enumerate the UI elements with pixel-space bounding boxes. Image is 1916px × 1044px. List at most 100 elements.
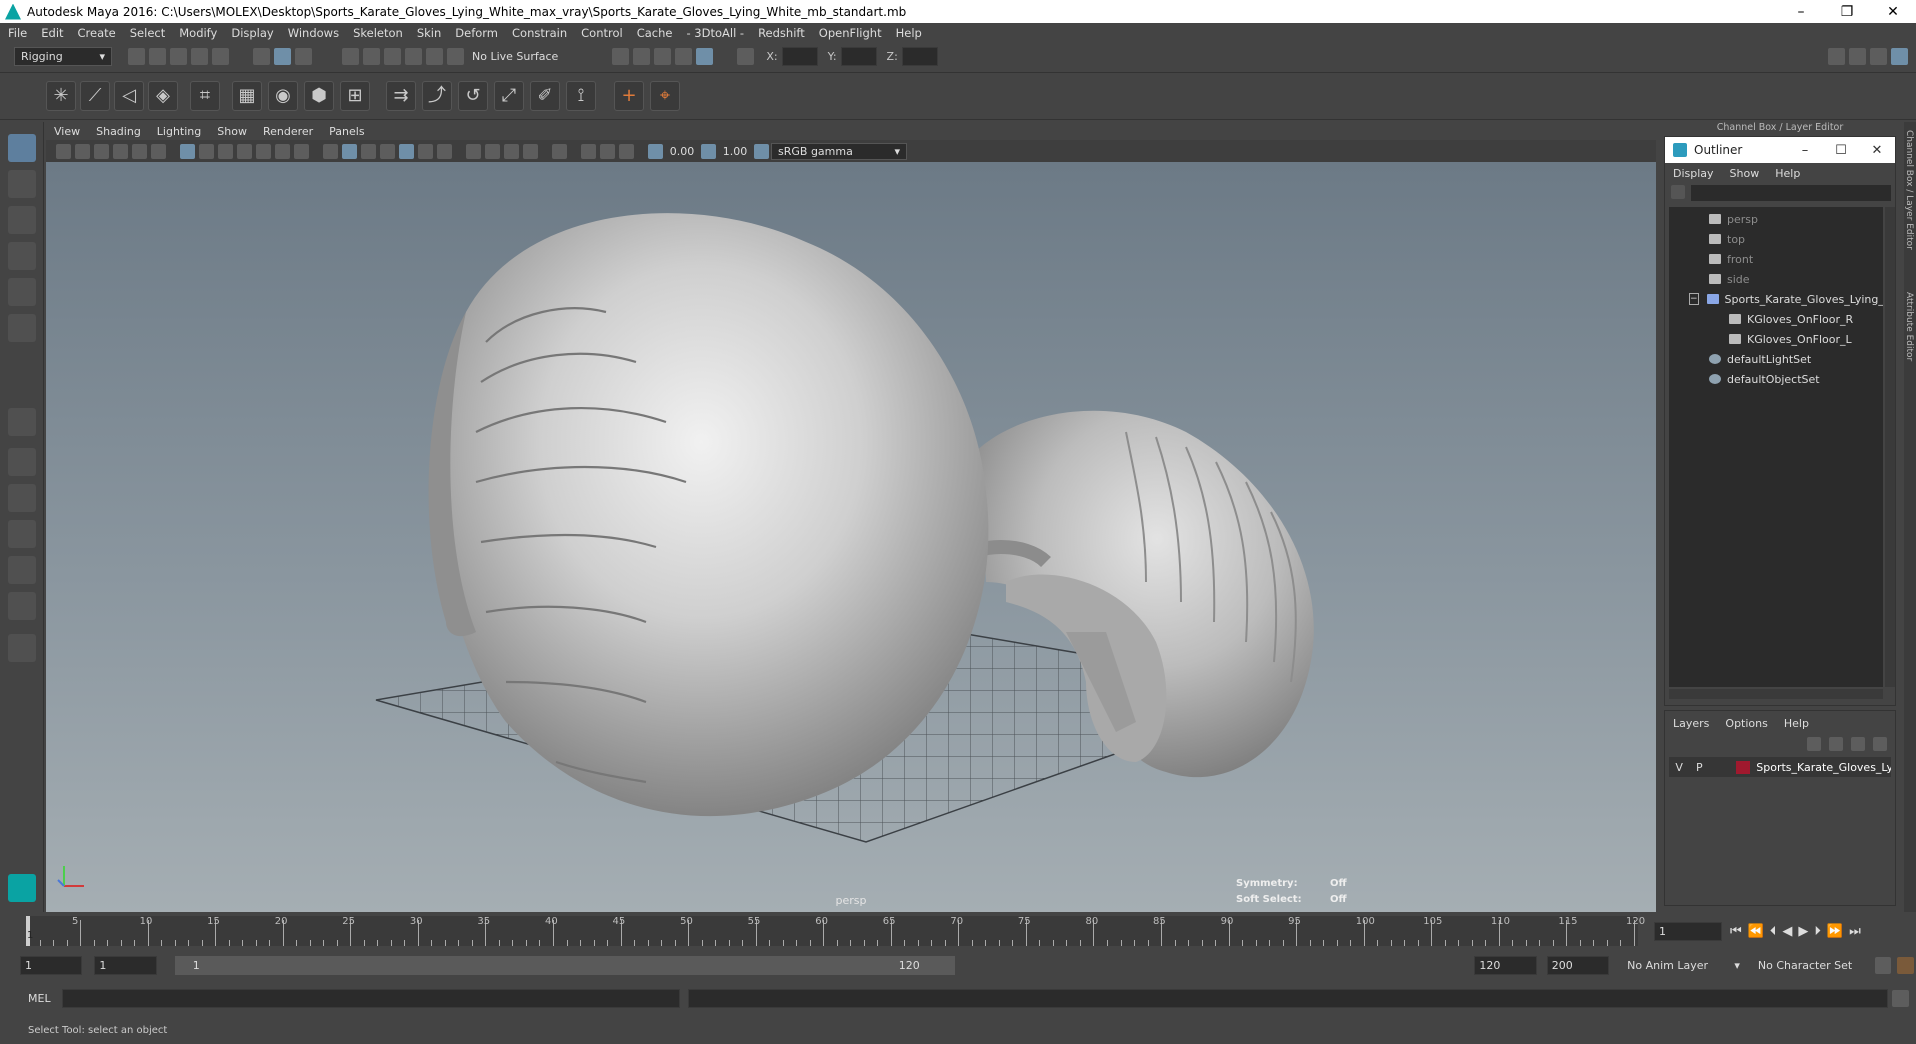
range-slider[interactable]: 1 120 (174, 955, 955, 975)
gamma-value[interactable]: 1.00 (718, 145, 752, 158)
menu-control[interactable]: Control (581, 26, 623, 40)
glove-left-mesh[interactable] (428, 213, 989, 817)
wrap-deformer-icon[interactable]: ⬢ (304, 81, 334, 111)
outliner-item-default-light-set[interactable]: defaultLightSet (1669, 349, 1883, 369)
outliner-item-gloves-group[interactable]: − Sports_Karate_Gloves_Lying_ (1669, 289, 1883, 309)
select-object-icon[interactable] (274, 48, 291, 65)
range-slider-handle[interactable] (174, 955, 955, 975)
outliner-item-top[interactable]: top (1669, 229, 1883, 249)
play-backward-icon[interactable]: ◀ (1782, 924, 1792, 939)
isolate-select-icon[interactable] (552, 143, 567, 159)
new-layer-selected-icon[interactable] (1873, 737, 1887, 751)
snap-surface-icon[interactable] (426, 48, 443, 65)
camera-lock-icon[interactable] (75, 143, 90, 159)
panel-menu-lighting[interactable]: Lighting (157, 125, 201, 138)
parent-constraint-icon[interactable]: ⇉ (386, 81, 416, 111)
tool-settings-icon[interactable] (1870, 48, 1887, 65)
z-field[interactable] (901, 47, 938, 66)
layer-name[interactable]: Sports_Karate_Gloves_Lyin (1756, 761, 1891, 774)
paint-select-icon[interactable] (8, 206, 36, 234)
command-language-label[interactable]: MEL (0, 992, 60, 1005)
grid-toggle-icon[interactable] (180, 143, 195, 159)
panel-menu-panels[interactable]: Panels (329, 125, 364, 138)
new-scene-icon[interactable] (128, 48, 145, 65)
orient-constraint-icon[interactable]: ↺ (458, 81, 488, 111)
rotate-tool-icon[interactable] (8, 278, 36, 306)
outliner-item-glove-r[interactable]: KGloves_OnFloor_R (1669, 309, 1883, 329)
new-layer-icon[interactable] (1851, 737, 1865, 751)
wireframe-on-shaded-icon[interactable] (380, 143, 395, 159)
snap-grid-icon[interactable] (342, 48, 359, 65)
outliner-search-input[interactable] (1691, 185, 1891, 201)
outliner-menu-display[interactable]: Display (1673, 167, 1714, 180)
cluster-icon[interactable]: ◉ (268, 81, 298, 111)
use-all-lights-icon[interactable] (418, 143, 433, 159)
y-field[interactable] (840, 47, 877, 66)
grease-pencil-icon[interactable] (151, 143, 166, 159)
transform-constraint-icon[interactable] (737, 48, 755, 65)
playback-end-field[interactable]: 120 (1474, 955, 1537, 975)
toolbox-collapse-icon[interactable] (8, 634, 36, 662)
go-to-start-icon[interactable]: ⏮ (1730, 924, 1742, 939)
field-chart-icon[interactable] (256, 143, 271, 159)
scene-start-field[interactable]: 1 (20, 955, 83, 975)
layer-menu-layers[interactable]: Layers (1673, 717, 1709, 730)
menu-windows[interactable]: Windows (288, 26, 339, 40)
menu-3dtoall[interactable]: - 3DtoAll - (686, 26, 744, 40)
go-to-end-icon[interactable]: ⏭ (1849, 924, 1861, 939)
character-set-dropdown[interactable]: No Character Set (1751, 955, 1867, 975)
select-hierarchy-icon[interactable] (253, 48, 270, 65)
filter-icon[interactable] (1671, 185, 1685, 199)
screen-space-ao-icon[interactable] (466, 143, 481, 159)
safe-title-icon[interactable] (294, 143, 309, 159)
wireframe-icon[interactable] (323, 143, 338, 159)
live-surface-label[interactable]: No Live Surface (472, 50, 558, 63)
view-transform-dropdown[interactable]: sRGB gamma ▾ (771, 142, 907, 160)
snap-point-icon[interactable] (384, 48, 401, 65)
step-forward-frame-icon[interactable]: ⏵ (1814, 924, 1821, 939)
persp-outliner-icon[interactable] (8, 520, 36, 548)
menu-help[interactable]: Help (896, 26, 922, 40)
save-scene-icon[interactable] (170, 48, 187, 65)
gamma-icon[interactable] (701, 143, 716, 159)
mirror-joint-icon[interactable]: ◈ (148, 81, 178, 111)
move-tool-icon[interactable] (8, 242, 36, 270)
set-driven-key-icon[interactable]: ⌖ (650, 81, 680, 111)
render-frame-icon[interactable] (633, 48, 651, 65)
exposure-value[interactable]: 0.00 (665, 145, 699, 158)
layer-display-type[interactable] (1709, 761, 1729, 774)
gate-mask-icon[interactable] (237, 143, 252, 159)
layer-menu-help[interactable]: Help (1784, 717, 1809, 730)
color-management-icon[interactable] (754, 143, 769, 159)
persp-graph-icon[interactable] (8, 556, 36, 584)
hypershade-icon[interactable] (696, 48, 714, 65)
auto-key-icon[interactable] (1874, 956, 1892, 974)
scale-constraint-icon[interactable]: ⤢ (494, 81, 524, 111)
resolution-gate-icon[interactable] (218, 143, 233, 159)
panel-menu-view[interactable]: View (54, 125, 80, 138)
outliner-menu-show[interactable]: Show (1730, 167, 1760, 180)
layer-playback-toggle[interactable]: P (1689, 761, 1709, 774)
outliner-horizontal-scrollbar[interactable] (1669, 689, 1883, 699)
blend-shape-icon[interactable]: ⊞ (340, 81, 370, 111)
menu-create[interactable]: Create (78, 26, 116, 40)
outliner-vertical-scrollbar[interactable] (1885, 207, 1895, 687)
open-scene-icon[interactable] (149, 48, 166, 65)
animation-preferences-icon[interactable] (1897, 956, 1914, 974)
menu-file[interactable]: File (8, 26, 27, 40)
layer-menu-options[interactable]: Options (1725, 717, 1767, 730)
outliner-item-persp[interactable]: persp (1669, 209, 1883, 229)
menu-constrain[interactable]: Constrain (512, 26, 567, 40)
minimize-button[interactable]: – (1778, 4, 1824, 20)
image-plane-icon[interactable] (113, 143, 128, 159)
outliner-menu-help[interactable]: Help (1775, 167, 1800, 180)
menu-deform[interactable]: Deform (455, 26, 498, 40)
collapse-icon[interactable]: − (1689, 293, 1699, 305)
close-button[interactable]: ✕ (1870, 4, 1916, 20)
snap-view-icon[interactable] (405, 48, 422, 65)
snap-live-icon[interactable] (447, 48, 464, 65)
aim-constraint-icon[interactable]: ✐ (530, 81, 560, 111)
layer-row[interactable]: V P Sports_Karate_Gloves_Lyin (1669, 757, 1891, 777)
x-field[interactable] (781, 47, 818, 66)
menuset-dropdown[interactable]: Rigging ▾ (14, 47, 112, 66)
